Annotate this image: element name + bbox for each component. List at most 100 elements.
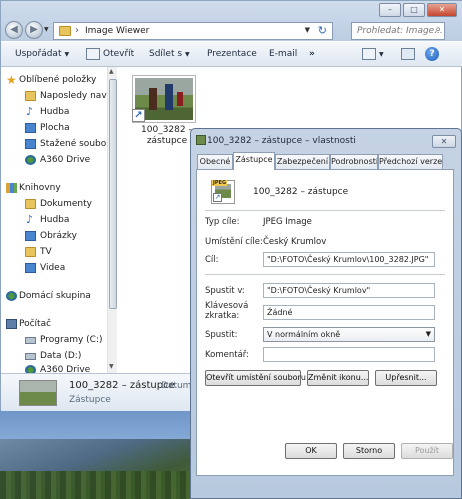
run-select-value: V normálním okně [267,330,341,339]
documents-icon [25,199,36,209]
view-dropdown-icon[interactable]: ▼ [379,51,384,58]
target-field[interactable]: "D:\FOTO\Český Krumlov\100_3282.JPG" [263,252,435,267]
comment-field[interactable] [263,347,435,362]
sidebar-item-videos[interactable]: Videa [1,261,107,277]
search-input[interactable]: Prohledat: Image... ⌕ [351,22,445,40]
command-bar: Uspořádat ▼ Otevřít Sdílet s ▼ Prezentace … [1,41,462,67]
search-icon[interactable]: ⌕ [435,24,441,35]
videos-icon [25,263,36,273]
forward-arrow-icon[interactable]: ▶ [25,21,43,39]
star-icon: ★ [6,73,17,87]
target-type-label: Typ cíle: [205,217,240,227]
preview-pane-icon[interactable] [401,48,415,60]
history-dropdown-icon[interactable]: ▼ [44,26,49,33]
chevron-down-icon: ▼ [425,330,431,338]
sidebar-item-pictures[interactable]: Obrázky [1,229,107,245]
address-bar[interactable]: › Image Wiewer ▼ ↻ [53,22,333,40]
cancel-button[interactable]: Storno [343,443,395,459]
shortcut-arrow-icon: ↗ [213,193,222,202]
advanced-button[interactable]: Upřesnit... [375,370,437,386]
sidebar-item-documents[interactable]: Dokumenty [1,197,107,213]
presentation-button[interactable]: Prezentace [207,49,257,59]
more-commands-button[interactable]: » [309,49,315,59]
tab-security[interactable]: Zabezpečení [275,154,330,170]
shortcut-arrow-icon: ↗ [132,109,145,122]
tab-previous-versions[interactable]: Předchozí verze [378,154,443,170]
sidebar-item-music[interactable]: ♪ Hudba [1,213,107,229]
details-type: Zástupce [69,395,111,405]
tab-shortcut[interactable]: Zástupce [233,152,275,170]
share-button[interactable]: Sdílet s ▼ [149,49,190,59]
scrollbar-thumb[interactable] [109,79,117,309]
minimize-button[interactable]: – [379,3,401,17]
sidebar-item-label: Hudba [40,215,70,225]
sidebar-item-downloads[interactable]: Stažené soubory [1,137,107,153]
sidebar-item-homegroup[interactable]: Domácí skupina [1,289,107,305]
sidebar-item-a360-favorite[interactable]: A360 Drive [1,153,107,169]
sidebar-item-label: Hudba [40,107,70,117]
photo-figure [165,84,173,110]
divider [205,210,445,211]
maximize-button[interactable]: □ [403,3,425,17]
back-arrow-icon[interactable]: ◀ [5,21,23,39]
sidebar-item-tv[interactable]: TV [1,245,107,261]
sidebar-item-desktop[interactable]: Plocha [1,121,107,137]
open-icon [86,48,100,60]
target-location-value: Český Krumlov [263,237,327,247]
drive-icon [25,337,36,344]
sidebar-item-computer[interactable]: Počítač [1,317,107,333]
shortcut-key-label-line2: zkratka: [205,311,240,321]
open-file-location-button[interactable]: Otevřít umístění souboru [205,370,306,386]
sidebar-item-recent[interactable]: Naposledy navští [1,89,107,105]
sidebar-item-drive-c[interactable]: Programy (C:) [1,333,107,349]
chevron-down-icon: ▼ [64,51,70,58]
sidebar-item-label: Programy (C:) [40,335,103,345]
jpeg-badge: JPEG [212,180,228,186]
breadcrumb-chevron-icon[interactable]: › [75,25,79,36]
desktop-icon [25,123,36,133]
sidebar-item-music-favorite[interactable]: ♪ Hudba [1,105,107,121]
music-icon: ♪ [26,105,34,118]
organize-label: Uspořádat [15,49,62,59]
ok-button[interactable]: OK [285,443,337,459]
sidebar-item-label: TV [40,247,52,257]
sidebar-scrollbar[interactable]: ▲ ▼ [107,67,117,373]
sidebar-item-libraries[interactable]: Knihovny [1,181,107,197]
sidebar-item-label: Stažené soubory [40,139,107,149]
email-button[interactable]: E-mail [269,49,297,59]
run-select[interactable]: V normálním okně ▼ [263,327,435,342]
start-in-field[interactable]: "D:\FOTO\Český Krumlov" [263,283,435,298]
details-name: 100_3282 – zástupce [69,380,175,391]
organize-button[interactable]: Uspořádat ▼ [15,49,69,59]
scroll-down-icon[interactable]: ▼ [109,363,114,370]
tab-details[interactable]: Podrobnosti [330,154,378,170]
target-location-label: Umístění cíle: [205,237,263,247]
jpeg-shortcut-icon: JPEG ↗ [211,180,235,204]
shortcut-key-field[interactable]: Žádné [263,305,435,320]
sidebar-item-label: Dokumenty [40,199,92,209]
downloads-icon [25,139,36,149]
refresh-icon[interactable]: ↻ [318,24,327,37]
photo-figure [149,88,157,110]
apply-button[interactable]: Použít [401,443,453,459]
libraries-icon [6,183,17,193]
explorer-titlebar: – □ ✕ ◀ ▶ ▼ › Image Wiewer ▼ ↻ Prohledat… [1,1,462,41]
recent-places-icon [25,91,36,101]
share-label: Sdílet s [149,49,183,59]
dialog-close-button[interactable]: ✕ [432,135,456,148]
scroll-up-icon[interactable]: ▲ [109,68,114,75]
sidebar-item-favorites[interactable]: ★ Oblíbené položky [1,73,107,89]
change-icon-button[interactable]: Změnit ikonu... [307,370,369,386]
close-button[interactable]: ✕ [427,3,457,17]
sidebar-item-label: Obrázky [40,231,77,241]
address-dropdown-icon[interactable]: ▼ [305,26,310,34]
divider [205,274,445,275]
view-options-icon[interactable] [362,48,376,60]
tab-general[interactable]: Obecné [197,154,233,170]
open-button[interactable]: Otevřít [103,49,134,59]
help-icon[interactable]: ? [425,47,439,61]
homegroup-icon [6,291,17,301]
address-text: Image Wiewer [85,26,150,36]
computer-icon [6,319,17,329]
details-thumbnail [19,380,57,406]
